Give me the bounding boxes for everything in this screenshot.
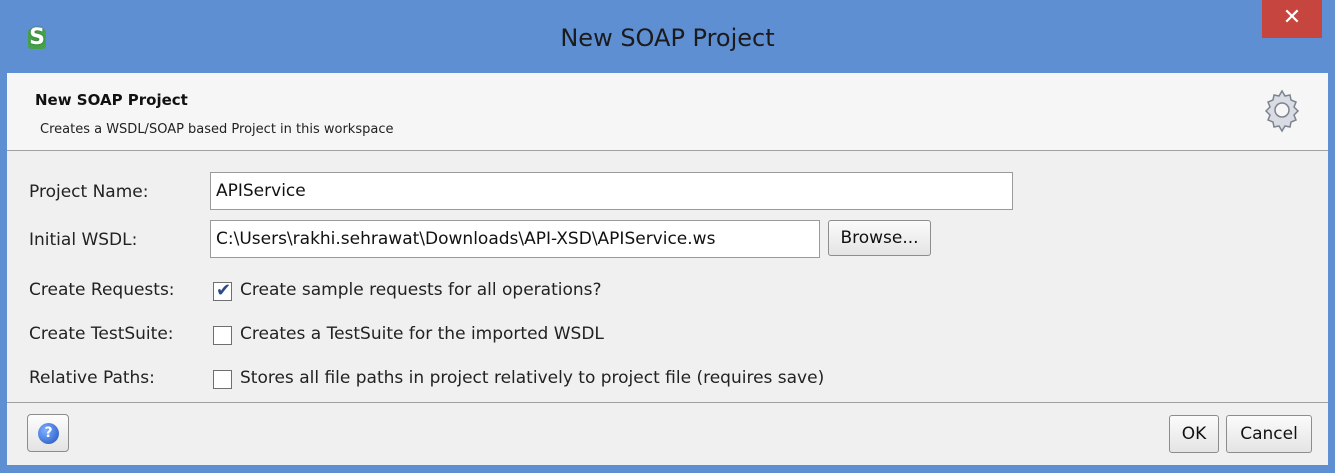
create-requests-text[interactable]: Create sample requests for all operation… [240,280,602,300]
title-bar[interactable]: S New SOAP Project ✕ [0,0,1335,72]
relative-paths-label: Relative Paths: [29,368,155,388]
form-area: Project Name: APIService Initial WSDL: C… [7,152,1328,402]
close-button[interactable]: ✕ [1262,0,1322,38]
banner-title: New SOAP Project [35,91,188,109]
cancel-button[interactable]: Cancel [1226,415,1312,453]
project-name-label: Project Name: [29,182,149,202]
initial-wsdl-input[interactable]: C:\Users\rakhi.sehrawat\Downloads\API-XS… [210,220,820,258]
checkmark-icon: ✔ [216,280,232,301]
create-requests-checkbox[interactable]: ✔ [213,280,232,301]
help-icon: ? [38,423,59,444]
ok-button[interactable]: OK [1169,415,1219,453]
gear-icon [1264,89,1300,133]
help-button[interactable]: ? [27,414,69,452]
browse-button[interactable]: Browse... [828,220,931,256]
relative-paths-text[interactable]: Stores all file paths in project relativ… [240,368,824,388]
window-title: New SOAP Project [560,24,775,52]
initial-wsdl-label: Initial WSDL: [29,230,138,250]
dialog-content: New SOAP Project Creates a WSDL/SOAP bas… [7,73,1328,465]
relative-paths-checkbox[interactable] [213,370,232,389]
new-soap-project-window: S New SOAP Project ✕ New SOAP Project Cr… [0,0,1335,473]
create-testsuite-label: Create TestSuite: [29,324,174,344]
create-testsuite-text[interactable]: Creates a TestSuite for the imported WSD… [240,324,604,344]
banner-subtitle: Creates a WSDL/SOAP based Project in thi… [40,122,394,137]
create-testsuite-checkbox[interactable] [213,326,232,345]
create-requests-label: Create Requests: [29,280,175,300]
header-banner: New SOAP Project Creates a WSDL/SOAP bas… [7,73,1328,151]
button-bar: ? OK Cancel [7,402,1328,465]
project-name-input[interactable]: APIService [210,172,1013,210]
